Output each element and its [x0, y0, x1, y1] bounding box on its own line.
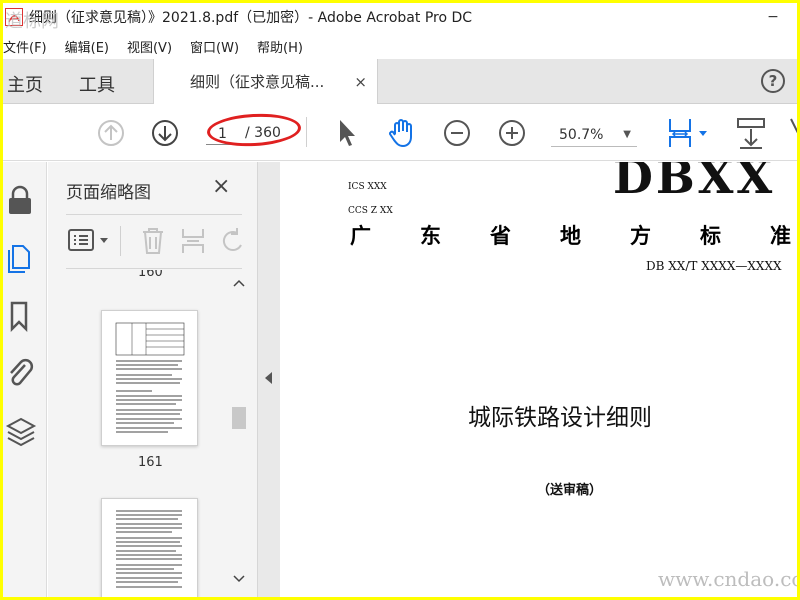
standard-heading-char: 地 — [560, 224, 581, 248]
tab-home[interactable]: 主页 — [7, 71, 43, 97]
standard-heading-char: 广 — [350, 224, 371, 248]
document-subtitle: （送审稿） — [537, 483, 603, 498]
thumbnail-page-number-161: 161 — [138, 455, 163, 470]
minimize-icon: − — [767, 9, 779, 25]
toolbar: 1 / 360 50.7% ▼ — [3, 105, 797, 161]
page-thumbnails-icon[interactable] — [5, 240, 37, 274]
lock-icon[interactable] — [5, 184, 35, 218]
chevron-down-icon: ▼ — [623, 129, 631, 140]
thumbnails-scrollbar[interactable] — [230, 277, 248, 590]
ccs-code: CCS Z XX — [348, 206, 393, 216]
standard-code: DB XX/T XXXX—XXXX — [646, 259, 782, 273]
fit-page-icon[interactable] — [666, 115, 712, 151]
thumbnail-page-number: 160 — [138, 270, 163, 280]
ics-code: ICS XXX — [348, 182, 387, 192]
window-title: 细则（征求意见稿）》2021.8.pdf（已加密）- Adobe Acrobat… — [29, 10, 473, 26]
zoom-level-select[interactable]: 50.7% ▼ — [551, 123, 637, 147]
standard-logo: DBXX — [613, 162, 776, 204]
watermark-logo: 道标网 — [5, 11, 59, 32]
standard-heading: 广 东 省 地 方 标 准 — [350, 220, 797, 250]
layers-icon[interactable] — [5, 414, 37, 448]
zoom-out-icon[interactable] — [443, 119, 471, 147]
document-view[interactable]: DBXX ICS XXX CCS Z XX 广 东 省 地 方 标 准 DB X… — [280, 162, 797, 597]
thumbnail-page-162[interactable] — [101, 498, 198, 597]
thumbnail-content-2 — [116, 510, 182, 588]
menu-file[interactable]: 文件(F) — [3, 37, 56, 56]
tab-document-label: 细则（征求意见稿... — [190, 73, 325, 91]
thumbnail-content — [115, 322, 185, 433]
select-tool-icon[interactable] — [335, 118, 357, 148]
acrobat-window: 细则（征求意见稿）》2021.8.pdf（已加密）- Adobe Acrobat… — [3, 3, 797, 597]
extract-pages-icon[interactable] — [180, 226, 208, 256]
bookmark-icon[interactable] — [5, 300, 35, 332]
menu-bar: 文件(F) 编辑(E) 视图(V) 窗口(W) 帮助(H) — [3, 33, 797, 59]
attachment-icon[interactable] — [5, 356, 35, 390]
next-page-icon[interactable] — [151, 119, 179, 147]
scrolling-mode-icon[interactable] — [736, 115, 766, 151]
thumbnails-title: 页面缩略图 — [66, 183, 151, 203]
zoom-in-icon[interactable] — [498, 119, 526, 147]
rotate-icon[interactable] — [221, 226, 243, 256]
zoom-level-value: 50.7% — [559, 127, 604, 143]
thumbnail-options-icon[interactable] — [68, 228, 114, 254]
menu-view[interactable]: 视图(V) — [118, 37, 181, 56]
thumbnails-panel: 页面缩略图 × 160 161 — [48, 162, 258, 597]
document-title: 城际铁路设计细则 — [468, 405, 652, 431]
title-bar: 细则（征求意见稿）》2021.8.pdf（已加密）- Adobe Acrobat… — [3, 3, 797, 31]
tab-close-icon[interactable]: × — [354, 73, 367, 91]
hand-tool-icon[interactable] — [386, 117, 418, 149]
thumbnail-page-161[interactable] — [101, 310, 198, 446]
watermark-site: www.cndao.com — [658, 567, 797, 591]
more-tools-icon[interactable] — [787, 115, 797, 151]
menu-window[interactable]: 窗口(W) — [181, 37, 248, 56]
menu-help[interactable]: 帮助(H) — [248, 37, 312, 56]
menu-edit[interactable]: 编辑(E) — [56, 37, 118, 56]
navigation-rail — [3, 162, 47, 597]
thumbnails-toolbar — [66, 220, 242, 260]
tab-document[interactable]: 细则（征求意见稿... × — [153, 59, 378, 104]
thumbnails-close-icon[interactable]: × — [212, 174, 230, 199]
standard-heading-char: 方 — [630, 224, 651, 248]
standard-heading-char: 省 — [490, 224, 511, 248]
minimize-button[interactable]: − — [753, 3, 793, 31]
standard-heading-char: 标 — [700, 224, 721, 248]
delete-icon[interactable] — [140, 226, 166, 256]
previous-page-icon[interactable] — [97, 119, 125, 147]
panel-collapse-bar[interactable] — [258, 162, 280, 597]
help-icon[interactable]: ? — [761, 69, 785, 93]
tab-tools[interactable]: 工具 — [79, 71, 115, 97]
standard-heading-char: 准 — [770, 224, 791, 248]
standard-heading-char: 东 — [420, 224, 441, 248]
collapse-arrow-icon[interactable] — [265, 372, 272, 384]
tab-bar: 主页 工具 细则（征求意见稿... × ? — [3, 59, 797, 104]
